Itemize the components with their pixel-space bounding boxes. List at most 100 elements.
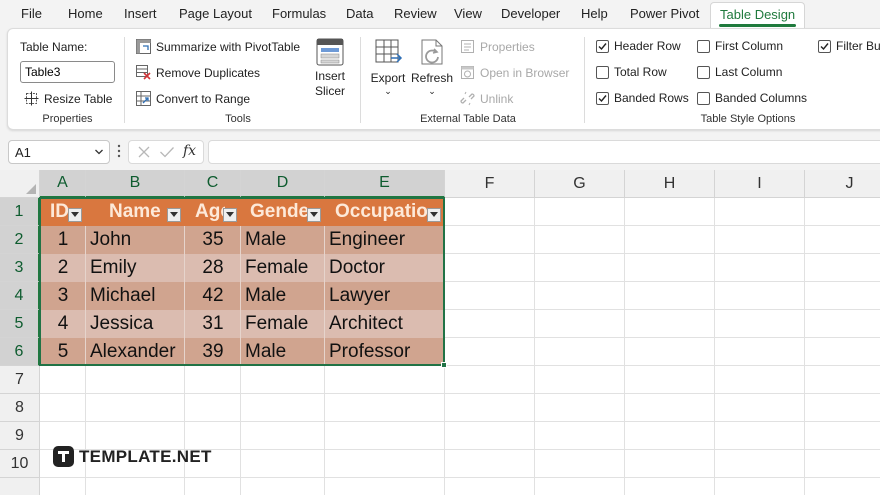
cell-age[interactable]: 35 [185, 226, 241, 254]
cell-occupation[interactable]: Architect [325, 310, 445, 338]
cell-age[interactable]: 28 [185, 254, 241, 282]
remove-duplicates-button[interactable]: Remove Duplicates [136, 65, 260, 80]
cell-name[interactable]: Emily [86, 254, 185, 282]
row-header-1[interactable]: 1 [0, 198, 40, 226]
cell-id[interactable]: 5 [40, 338, 86, 366]
export-label: Export [370, 71, 406, 85]
remove-duplicates-icon [136, 65, 151, 80]
column-header-e[interactable]: E [325, 170, 445, 198]
table-name-input[interactable] [20, 61, 115, 83]
tab-review[interactable]: Review [394, 6, 437, 21]
filter-dropdown-icon[interactable] [307, 208, 321, 222]
row-header-5[interactable]: 5 [0, 310, 40, 338]
table-header-gender[interactable]: Gender [241, 198, 307, 226]
column-header-j[interactable]: J [805, 170, 880, 198]
tab-formulas[interactable]: Formulas [272, 6, 326, 21]
tab-home[interactable]: Home [68, 6, 103, 21]
cell-gender[interactable]: Male [241, 338, 325, 366]
filter-dropdown-icon[interactable] [223, 208, 237, 222]
tab-table-design[interactable]: Table Design [710, 2, 806, 28]
header-row-checkbox[interactable]: Header Row [596, 39, 681, 53]
tab-power-pivot[interactable]: Power Pivot [630, 6, 699, 21]
export-button[interactable]: Export ⌄ [368, 37, 408, 96]
first-column-checkbox[interactable]: First Column [697, 39, 783, 53]
column-header-b[interactable]: B [86, 170, 185, 198]
insert-function-icon[interactable]: fx [183, 143, 196, 159]
row-header-11[interactable] [0, 478, 40, 495]
select-all-button[interactable] [0, 170, 40, 198]
row-header-3[interactable]: 3 [0, 254, 40, 282]
more-options-icon[interactable] [116, 142, 122, 160]
row-header-9[interactable]: 9 [0, 422, 40, 450]
cell-occupation[interactable]: Professor [325, 338, 445, 366]
enter-check-icon[interactable] [159, 145, 175, 162]
slicer-icon [315, 37, 345, 67]
cell-occupation[interactable]: Engineer [325, 226, 445, 254]
filter-dropdown-icon[interactable] [427, 208, 441, 222]
row-header-4[interactable]: 4 [0, 282, 40, 310]
cancel-icon[interactable] [137, 145, 151, 162]
column-header-d[interactable]: D [241, 170, 325, 198]
cell-age[interactable]: 39 [185, 338, 241, 366]
filter-dropdown-icon[interactable] [167, 208, 181, 222]
convert-to-range-label: Convert to Range [156, 91, 251, 106]
summarize-pivottable-button[interactable]: Summarize with PivotTable [136, 39, 300, 54]
resize-table-label: Resize Table [44, 91, 113, 106]
cell-id[interactable]: 4 [40, 310, 86, 338]
tab-file[interactable]: File [21, 6, 42, 21]
table-header-occupation[interactable]: Occupation [325, 198, 427, 226]
filter-dropdown-icon[interactable] [68, 208, 82, 222]
resize-table-button[interactable]: Resize Table [24, 91, 112, 106]
tab-page-layout[interactable]: Page Layout [179, 6, 252, 21]
cell-gender[interactable]: Female [241, 254, 325, 282]
cell-gender[interactable]: Male [241, 226, 325, 254]
tab-insert[interactable]: Insert [124, 6, 157, 21]
banded-rows-checkbox[interactable]: Banded Rows [596, 91, 689, 105]
filter-button-checkbox[interactable]: Filter But [818, 39, 880, 53]
properties-button[interactable]: Properties [460, 39, 535, 54]
cell-occupation[interactable]: Lawyer [325, 282, 445, 310]
tab-developer[interactable]: Developer [501, 6, 560, 21]
row-header-6[interactable]: 6 [0, 338, 40, 366]
cell-name[interactable]: Jessica [86, 310, 185, 338]
row-header-2[interactable]: 2 [0, 226, 40, 254]
cell-name[interactable]: Alexander [86, 338, 185, 366]
tab-view[interactable]: View [454, 6, 482, 21]
column-header-i[interactable]: I [715, 170, 805, 198]
row-header-10[interactable]: 10 [0, 450, 40, 478]
banded-columns-checkbox[interactable]: Banded Columns [697, 91, 807, 105]
refresh-button[interactable]: Refresh ⌄ [411, 37, 453, 96]
table-header-age[interactable]: Age [185, 198, 225, 226]
column-header-g[interactable]: G [535, 170, 625, 198]
cell-id[interactable]: 1 [40, 226, 86, 254]
cell-age[interactable]: 42 [185, 282, 241, 310]
row-header-8[interactable]: 8 [0, 394, 40, 422]
insert-slicer-button[interactable]: Insert Slicer [312, 37, 348, 99]
unlink-button[interactable]: Unlink [460, 91, 513, 106]
column-header-a[interactable]: A [40, 170, 86, 198]
fill-handle[interactable] [441, 362, 447, 368]
column-header-h[interactable]: H [625, 170, 715, 198]
column-header-f[interactable]: F [445, 170, 535, 198]
chevron-down-icon[interactable] [94, 145, 104, 162]
cell-name[interactable]: John [86, 226, 185, 254]
open-in-browser-button[interactable]: Open in Browser [460, 65, 569, 80]
total-row-checkbox[interactable]: Total Row [596, 65, 667, 79]
gridline [624, 198, 625, 495]
cell-gender[interactable]: Female [241, 310, 325, 338]
formula-input[interactable] [208, 140, 880, 164]
column-header-c[interactable]: C [185, 170, 241, 198]
last-column-checkbox[interactable]: Last Column [697, 65, 782, 79]
cell-id[interactable]: 3 [40, 282, 86, 310]
convert-to-range-button[interactable]: Convert to Range [136, 91, 250, 106]
cell-name[interactable]: Michael [86, 282, 185, 310]
name-box[interactable]: A1 [8, 140, 110, 164]
row-header-7[interactable]: 7 [0, 366, 40, 394]
tab-help[interactable]: Help [581, 6, 608, 21]
cell-id[interactable]: 2 [40, 254, 86, 282]
cell-occupation[interactable]: Doctor [325, 254, 445, 282]
cell-gender[interactable]: Male [241, 282, 325, 310]
cell-age[interactable]: 31 [185, 310, 241, 338]
tab-data[interactable]: Data [346, 6, 373, 21]
chevron-down-icon: ⌄ [428, 86, 436, 96]
